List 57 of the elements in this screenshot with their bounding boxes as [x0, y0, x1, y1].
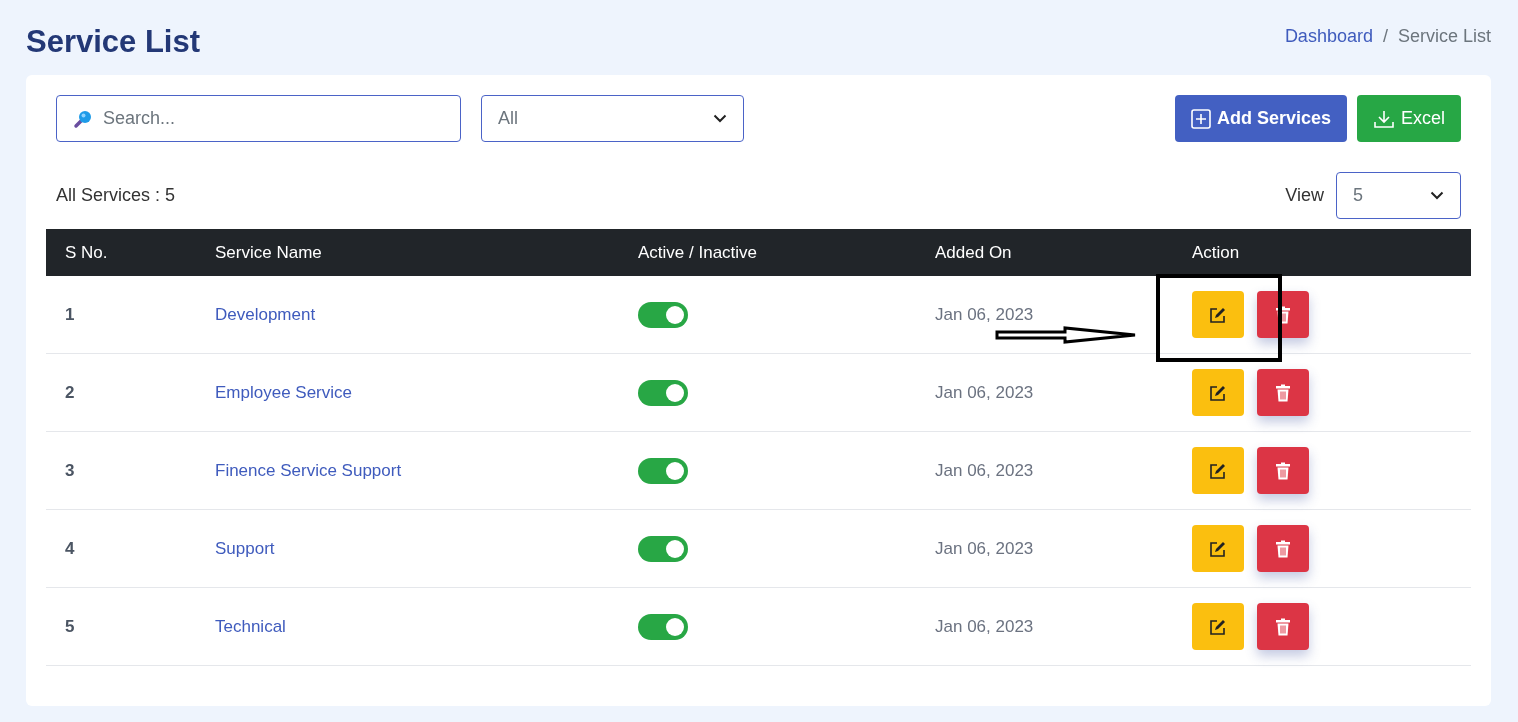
serial-number: 5 [65, 616, 75, 636]
edit-icon [1209, 461, 1227, 480]
arrow-icon [995, 326, 1137, 344]
view-dropdown[interactable]: 5 [1336, 172, 1461, 219]
serial-number: 3 [65, 460, 75, 480]
added-on-date: Jan 06, 2023 [935, 460, 1034, 480]
added-on-date: Jan 06, 2023 [935, 616, 1034, 636]
active-toggle[interactable] [638, 613, 688, 640]
download-icon [1373, 108, 1395, 129]
column-header: Active / Inactive [638, 242, 758, 262]
service-name-link[interactable]: Technical [215, 616, 286, 636]
column-header: Service Name [215, 242, 322, 262]
breadcrumb-link[interactable]: Dashboard [1284, 26, 1373, 47]
edit-button[interactable] [1192, 603, 1244, 650]
delete-button[interactable] [1257, 291, 1309, 338]
add-services-button[interactable]: Add Services [1174, 95, 1347, 142]
column-header: Added On [935, 242, 1012, 262]
column-header: Action [1192, 242, 1240, 262]
chevron-down-icon [1430, 191, 1444, 200]
chevron-down-icon [713, 114, 727, 123]
edit-icon [1209, 617, 1227, 636]
trash-icon [1275, 305, 1291, 324]
trash-icon [1275, 539, 1291, 558]
plus-square-icon [1190, 108, 1211, 129]
search-icon [73, 108, 93, 129]
service-name-link[interactable]: Employee Service [215, 382, 352, 402]
active-toggle[interactable] [638, 379, 688, 406]
breadcrumb-current: Service List [1397, 26, 1491, 47]
trash-icon [1275, 617, 1291, 636]
added-on-date: Jan 06, 2023 [935, 382, 1034, 402]
edit-button[interactable] [1192, 447, 1244, 494]
serial-number: 4 [65, 538, 75, 558]
serial-number: 2 [65, 382, 75, 402]
added-on-date: Jan 06, 2023 [935, 538, 1034, 558]
trash-icon [1275, 383, 1291, 402]
view-label: View [1285, 185, 1324, 206]
edit-button[interactable] [1192, 525, 1244, 572]
filter-dropdown[interactable]: All [481, 95, 744, 142]
breadcrumb-separator: / [1382, 26, 1388, 47]
services-count: All Services : 5 [56, 185, 176, 206]
service-name-link[interactable]: Development [215, 304, 316, 324]
edit-button[interactable] [1192, 291, 1244, 338]
edit-icon [1209, 305, 1227, 324]
column-header: S No. [65, 242, 108, 262]
search-field[interactable]: Search... [56, 95, 461, 142]
active-toggle[interactable] [638, 457, 688, 484]
added-on-date: Jan 06, 2023 [935, 304, 1034, 324]
page-title: Service List [26, 24, 201, 60]
active-toggle[interactable] [638, 535, 688, 562]
service-name-link[interactable]: Finence Service Support [215, 460, 402, 480]
edit-icon [1209, 383, 1227, 402]
trash-icon [1275, 461, 1291, 480]
service-name-link[interactable]: Support [215, 538, 275, 558]
edit-icon [1209, 539, 1227, 558]
edit-button[interactable] [1192, 369, 1244, 416]
serial-number: 1 [65, 304, 75, 324]
active-toggle[interactable] [638, 301, 688, 328]
